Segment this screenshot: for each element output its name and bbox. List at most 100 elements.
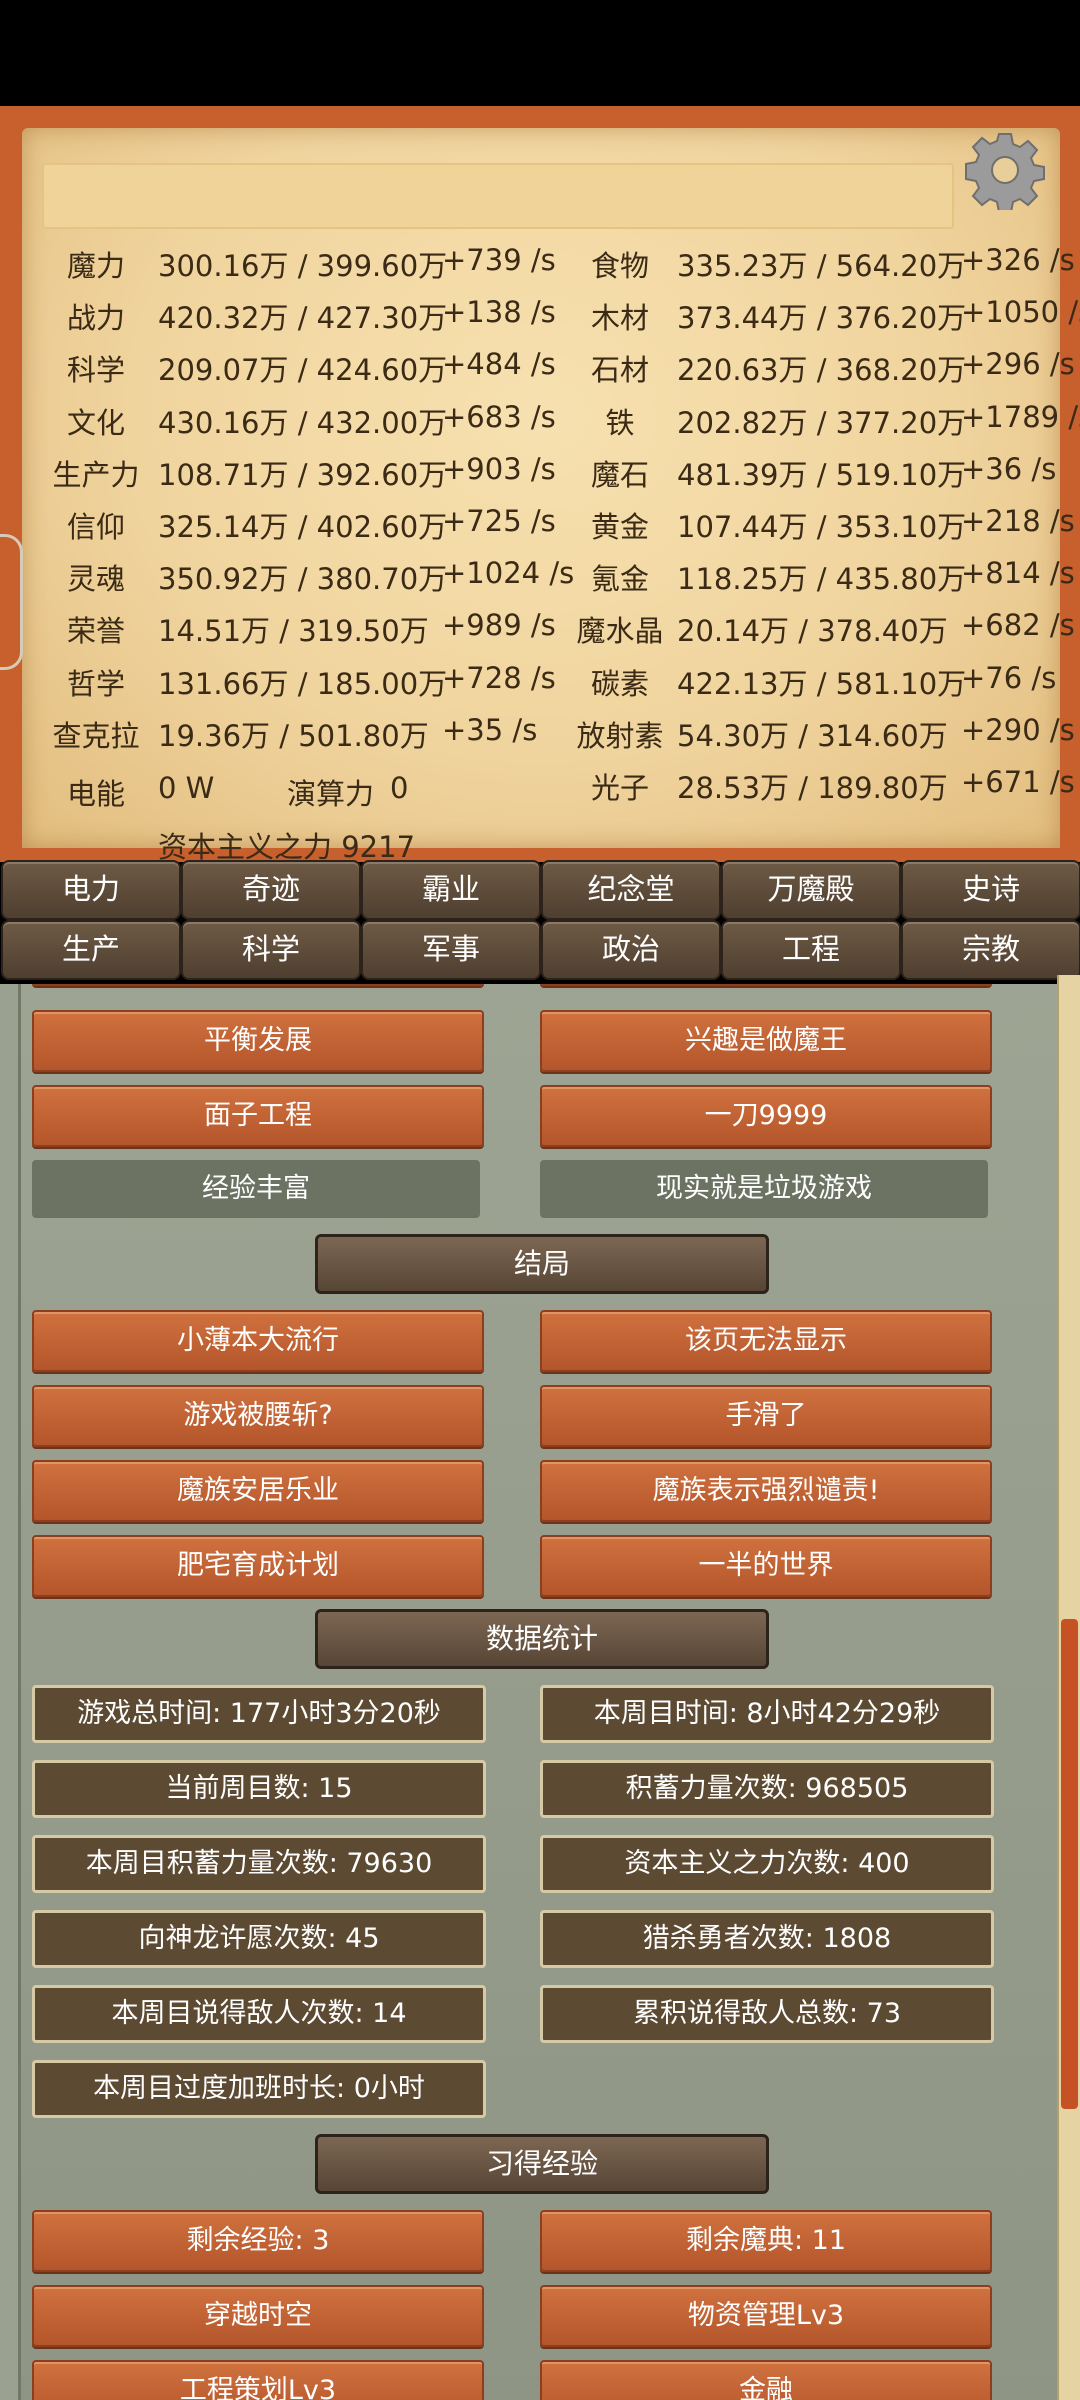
tab-tabs_row1-2[interactable]: 霸业	[361, 860, 541, 920]
resource-row: 黄金 107.44万 / 353.10万 +218 /s	[0, 504, 1080, 544]
resource-value: 220.63万 / 368.20万	[677, 353, 967, 388]
stats-button-right: 累积说得敌人总数: 73	[540, 1985, 994, 2043]
resource-rate: +814 /s	[961, 556, 1075, 591]
resource-value: 373.44万 / 376.20万	[677, 301, 967, 336]
section-header: 数据统计	[315, 1609, 769, 1669]
name-input-bar[interactable]	[42, 163, 954, 229]
power-row: 电能 0 W 演算力 0	[22, 771, 1062, 811]
tab-tabs_row1-1[interactable]: 奇迹	[181, 860, 361, 920]
tab-tabs_row1-3[interactable]: 纪念堂	[541, 860, 721, 920]
resource-panel: 魔力 300.16万 / 399.60万 +739 /s 战力 420.32万 / 42…	[0, 106, 1080, 864]
achievements-button-right[interactable]: 兴趣是做魔王	[540, 1010, 992, 1072]
stats-button-right: 积蓄力量次数: 968505	[540, 1760, 994, 1818]
resource-rate: +1789 /s	[961, 399, 1080, 434]
resource-row: 木材 373.44万 / 376.20万 +1050 /s	[0, 295, 1080, 335]
exp-button-left[interactable]: 工程策划Lv3	[32, 2360, 484, 2400]
resource-rate: +296 /s	[961, 347, 1075, 382]
exp-button-left[interactable]: 剩余经验: 3	[32, 2210, 484, 2272]
tab-tabs_row2-4[interactable]: 工程	[721, 920, 901, 980]
resource-label: 食物	[590, 249, 649, 283]
endings-button-right[interactable]: 该页无法显示	[540, 1310, 992, 1372]
stats-button-right: 猎杀勇者次数: 1808	[540, 1910, 994, 1968]
resource-rate: +326 /s	[961, 243, 1075, 277]
endings-button-left[interactable]: 游戏被腰斩?	[32, 1385, 484, 1447]
resource-rate: +1050 /s	[961, 295, 1080, 330]
partial-button-left[interactable]	[32, 984, 484, 986]
resource-label: 放射素	[576, 718, 664, 753]
stats-button-left: 当前周目数: 15	[32, 1760, 486, 1818]
exp-button-right[interactable]: 剩余魔典: 11	[540, 2210, 992, 2272]
tab-tabs_row1-5[interactable]: 史诗	[901, 860, 1080, 920]
content-area[interactable]: 平衡发展 兴趣是做魔王 面子工程 一刀9999 经验丰富 现实就是垃圾游戏结局小薄本大流行…	[0, 984, 1080, 2400]
resource-value: 202.82万 / 377.20万	[677, 405, 967, 440]
achievements-button-right[interactable]: 一刀9999	[540, 1085, 992, 1147]
stats-button-left: 向神龙许愿次数: 45	[32, 1910, 486, 1968]
tab-tabs_row1-0[interactable]: 电力	[1, 860, 181, 920]
stats-button-left: 本周目过度加班时长: 0小时	[32, 2060, 486, 2118]
resource-row: 铁 202.82万 / 377.20万 +1789 /s	[0, 400, 1080, 440]
resource-row: 魔石 481.39万 / 519.10万 +36 /s	[0, 452, 1080, 492]
resource-rate: +682 /s	[961, 608, 1075, 643]
stats-button-left: 游戏总时间: 177小时3分20秒	[32, 1685, 486, 1743]
achievements-button-left[interactable]: 平衡发展	[32, 1010, 484, 1072]
section-header: 结局	[315, 1234, 769, 1294]
tab-tabs_row2-0[interactable]: 生产	[1, 920, 181, 980]
resource-row: 碳素 422.13万 / 581.10万 +76 /s	[0, 661, 1080, 701]
resource-row: 放射素 54.30万 / 314.60万 +290 /s	[0, 713, 1080, 753]
exp-button-left[interactable]: 穿越时空	[32, 2285, 484, 2347]
endings-button-right[interactable]: 手滑了	[540, 1385, 992, 1447]
resource-value: 118.25万 / 435.80万	[677, 562, 967, 597]
endings-button-left[interactable]: 小薄本大流行	[32, 1310, 484, 1372]
section-header: 习得经验	[315, 2134, 769, 2194]
side-drawer-handle[interactable]	[0, 534, 23, 670]
tab-row-buildings: 电力 奇迹 霸业 纪念堂 万魔殿 史诗	[0, 860, 1080, 920]
resource-rate: +36 /s	[961, 451, 1057, 486]
stats-button-left: 本周目积蓄力量次数: 79630	[32, 1835, 486, 1893]
resource-value: 54.30万 / 314.60万	[677, 718, 948, 753]
resource-value: 107.44万 / 353.10万	[677, 510, 967, 544]
achievements-button-right[interactable]: 现实就是垃圾游戏	[540, 1160, 988, 1218]
tab-tabs_row2-1[interactable]: 科学	[181, 920, 361, 980]
resource-value: 422.13万 / 581.10万	[677, 666, 967, 701]
resource-rate: +76 /s	[961, 660, 1057, 695]
tab-tabs_row1-4[interactable]: 万魔殿	[721, 860, 901, 920]
scroll-thumb[interactable]	[1061, 1619, 1078, 2109]
resource-rate: +218 /s	[961, 504, 1075, 538]
compute-value: 0	[390, 771, 409, 805]
achievements-button-left[interactable]: 面子工程	[32, 1085, 484, 1147]
resource-value: 335.23万 / 564.20万	[677, 249, 967, 283]
resource-label: 魔水晶	[576, 614, 664, 649]
stats-button-right: 资本主义之力次数: 400	[540, 1835, 994, 1893]
power-value: 0 W	[158, 771, 215, 805]
gear-icon[interactable]	[965, 130, 1045, 210]
resource-label: 石材	[590, 353, 649, 388]
resource-label: 魔石	[590, 457, 649, 492]
resource-row: 氪金 118.25万 / 435.80万 +814 /s	[0, 556, 1080, 596]
exp-button-right[interactable]: 物资管理Lv3	[540, 2285, 992, 2347]
resource-label: 黄金	[590, 510, 649, 544]
tab-row-categories: 生产 科学 军事 政治 工程 宗教	[0, 920, 1080, 980]
endings-button-left[interactable]: 魔族安居乐业	[32, 1460, 484, 1522]
resource-label: 木材	[590, 301, 649, 336]
achievements-button-left[interactable]: 经验丰富	[32, 1160, 480, 1218]
scrollbar[interactable]	[1057, 975, 1080, 2400]
tab-tabs_row2-2[interactable]: 军事	[361, 920, 541, 980]
resource-value: 20.14万 / 378.40万	[677, 614, 948, 649]
endings-button-right[interactable]: 魔族表示强烈谴责!	[540, 1460, 992, 1522]
status-bar	[0, 0, 1080, 106]
compute-label: 演算力	[287, 777, 375, 811]
resource-label: 碳素	[590, 666, 649, 701]
tab-tabs_row2-3[interactable]: 政治	[541, 920, 721, 980]
resource-row: 食物 335.23万 / 564.20万 +326 /s	[0, 243, 1080, 283]
exp-button-right[interactable]: 金融	[540, 2360, 992, 2400]
tab-tabs_row2-5[interactable]: 宗教	[901, 920, 1080, 980]
endings-button-right[interactable]: 一半的世界	[540, 1535, 992, 1597]
resource-rate: +290 /s	[961, 712, 1075, 747]
resource-label: 氪金	[590, 562, 649, 597]
resource-row: 魔水晶 20.14万 / 378.40万 +682 /s	[0, 608, 1080, 648]
stats-button-right: 本周目时间: 8小时42分29秒	[540, 1685, 994, 1743]
resource-row: 石材 220.63万 / 368.20万 +296 /s	[0, 347, 1080, 387]
endings-button-left[interactable]: 肥宅育成计划	[32, 1535, 484, 1597]
partial-button-right[interactable]	[540, 984, 992, 986]
stats-button-left: 本周目说得敌人次数: 14	[32, 1985, 486, 2043]
